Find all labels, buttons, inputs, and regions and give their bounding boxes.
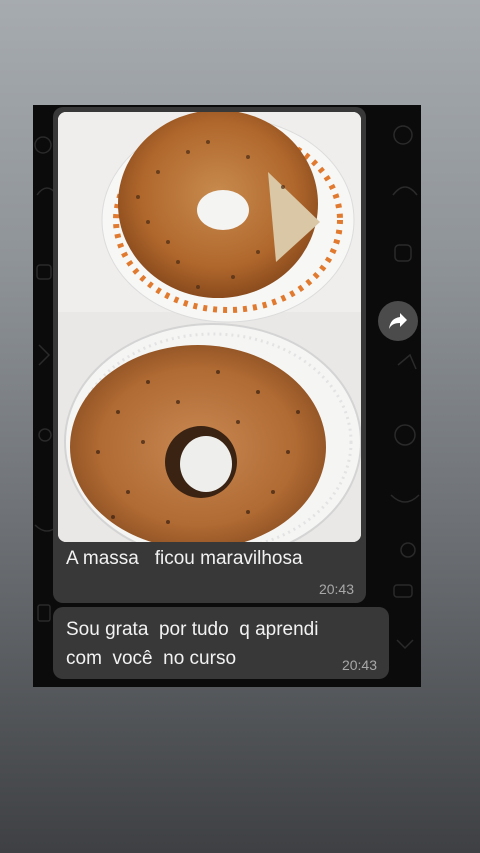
chat-panel: A massa ficou maravilhosa 20:43 Sou grat… (33, 105, 421, 687)
cake-photo[interactable] (58, 112, 361, 542)
message-timestamp: 20:43 (341, 657, 377, 673)
message-timestamp: 20:43 (318, 581, 354, 597)
message-text-line-1: Sou grata por tudo q aprendi (66, 619, 319, 640)
forward-button[interactable] (378, 301, 418, 341)
image-message-bubble[interactable]: A massa ficou maravilhosa 20:43 (53, 107, 366, 603)
text-message-bubble[interactable]: Sou grata por tudo q aprendi com você no… (53, 607, 389, 679)
forward-share-icon (389, 313, 407, 329)
cake-photo-illustration (58, 112, 361, 542)
message-text-line-2: com você no curso (66, 648, 237, 669)
image-caption: A massa ficou maravilhosa (66, 548, 303, 569)
